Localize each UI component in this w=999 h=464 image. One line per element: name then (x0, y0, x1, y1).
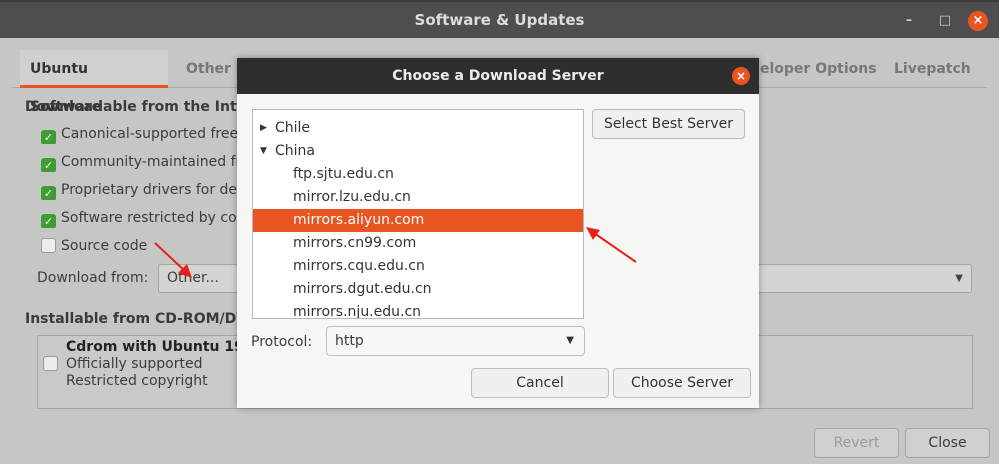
chevron-down-icon: ▼ (566, 335, 574, 346)
tree-row-label: mirrors.aliyun.com (293, 212, 425, 228)
tree-row-label: Chile (275, 120, 311, 136)
cdrom-copyright: Restricted copyright (66, 373, 208, 389)
option-label: Software restricted by cop (61, 210, 237, 226)
checkbox-checked-icon[interactable]: ✓ (41, 186, 56, 200)
option-label: Source code (61, 238, 148, 254)
window-title: Software & Updates (414, 11, 585, 29)
cancel-button[interactable]: Cancel (471, 368, 609, 398)
tree-row-label: mirror.lzu.edu.cn (293, 189, 411, 205)
tree-row-mirror[interactable]: mirrors.dgut.edu.cn (253, 278, 583, 301)
option-restricted[interactable]: ✓ Software restricted by cop (41, 208, 237, 228)
downloadable-heading: Downloadable from the Intern (25, 99, 263, 115)
expander-down-icon[interactable]: ▼ (260, 140, 267, 163)
tab-ubuntu-software[interactable]: Ubuntu Software (20, 50, 168, 115)
tab-developer-options[interactable]: eloper Options (750, 50, 887, 88)
checkbox-unchecked-icon[interactable] (41, 238, 56, 253)
checkbox-checked-icon[interactable]: ✓ (41, 214, 56, 228)
window-titlebar: Software & Updates – □ × (0, 2, 999, 38)
chevron-down-icon: ▼ (955, 273, 963, 284)
choose-server-dialog: Choose a Download Server × ▶ Chile ▼ Chi… (237, 58, 759, 408)
tree-row-mirror[interactable]: ftp.sjtu.edu.cn (253, 163, 583, 186)
choose-server-button[interactable]: Choose Server (613, 368, 751, 398)
cdrom-heading: Installable from CD-ROM/DVD (25, 311, 259, 327)
select-best-server-button[interactable]: Select Best Server (592, 109, 745, 139)
option-label: Canonical-supported free a (61, 126, 237, 142)
option-source-code[interactable]: Source code (41, 236, 237, 256)
revert-button[interactable]: Revert (814, 428, 899, 458)
tree-row-label: mirrors.cn99.com (293, 235, 417, 251)
download-from-label: Download from: (37, 270, 149, 286)
option-canonical[interactable]: ✓ Canonical-supported free a (41, 124, 237, 144)
option-community[interactable]: ✓ Community-maintained fre (41, 152, 237, 172)
option-proprietary[interactable]: ✓ Proprietary drivers for dev (41, 180, 237, 200)
dialog-title: Choose a Download Server (392, 68, 604, 84)
tree-row-country[interactable]: ▼ China (253, 140, 583, 163)
tree-row-mirror[interactable]: mirrors.cn99.com (253, 232, 583, 255)
tree-row-label: mirrors.cqu.edu.cn (293, 258, 425, 274)
tree-row-label: China (275, 143, 315, 159)
close-dialog-icon[interactable]: × (732, 67, 750, 85)
maximize-icon[interactable]: □ (935, 11, 955, 31)
protocol-select[interactable]: http ▼ (326, 326, 585, 356)
server-tree[interactable]: ▶ Chile ▼ China ftp.sjtu.edu.cn mirror.l… (252, 109, 584, 319)
cdrom-support: Officially supported (66, 356, 203, 372)
option-label: Community-maintained fre (61, 154, 237, 170)
tree-row-label: mirrors.dgut.edu.cn (293, 281, 432, 297)
tree-row-mirror[interactable]: mirrors.nju.edu.cn (253, 301, 583, 319)
protocol-value: http (335, 333, 364, 349)
close-window-icon[interactable]: × (968, 11, 988, 31)
expander-right-icon[interactable]: ▶ (260, 117, 267, 140)
tree-row-mirror[interactable]: mirrors.cqu.edu.cn (253, 255, 583, 278)
download-from-value: Other... (167, 270, 219, 286)
tree-row-mirror-selected[interactable]: mirrors.aliyun.com (253, 209, 583, 232)
cdrom-name: Cdrom with Ubuntu 19.1 (66, 339, 259, 355)
tree-row-country[interactable]: ▶ Chile (253, 117, 583, 140)
protocol-label: Protocol: (251, 334, 313, 350)
checkbox-checked-icon[interactable]: ✓ (41, 158, 56, 172)
dialog-titlebar: Choose a Download Server × (237, 58, 759, 94)
close-button[interactable]: Close (905, 428, 990, 458)
tab-livepatch[interactable]: Livepatch (884, 50, 981, 88)
tree-row-mirror[interactable]: mirror.lzu.edu.cn (253, 186, 583, 209)
checkbox-unchecked-icon[interactable] (43, 356, 58, 371)
minimize-icon[interactable]: – (899, 11, 919, 31)
tree-row-label: ftp.sjtu.edu.cn (293, 166, 394, 182)
checkbox-checked-icon[interactable]: ✓ (41, 130, 56, 144)
option-label: Proprietary drivers for dev (61, 182, 237, 198)
tree-row-label: mirrors.nju.edu.cn (293, 304, 422, 319)
